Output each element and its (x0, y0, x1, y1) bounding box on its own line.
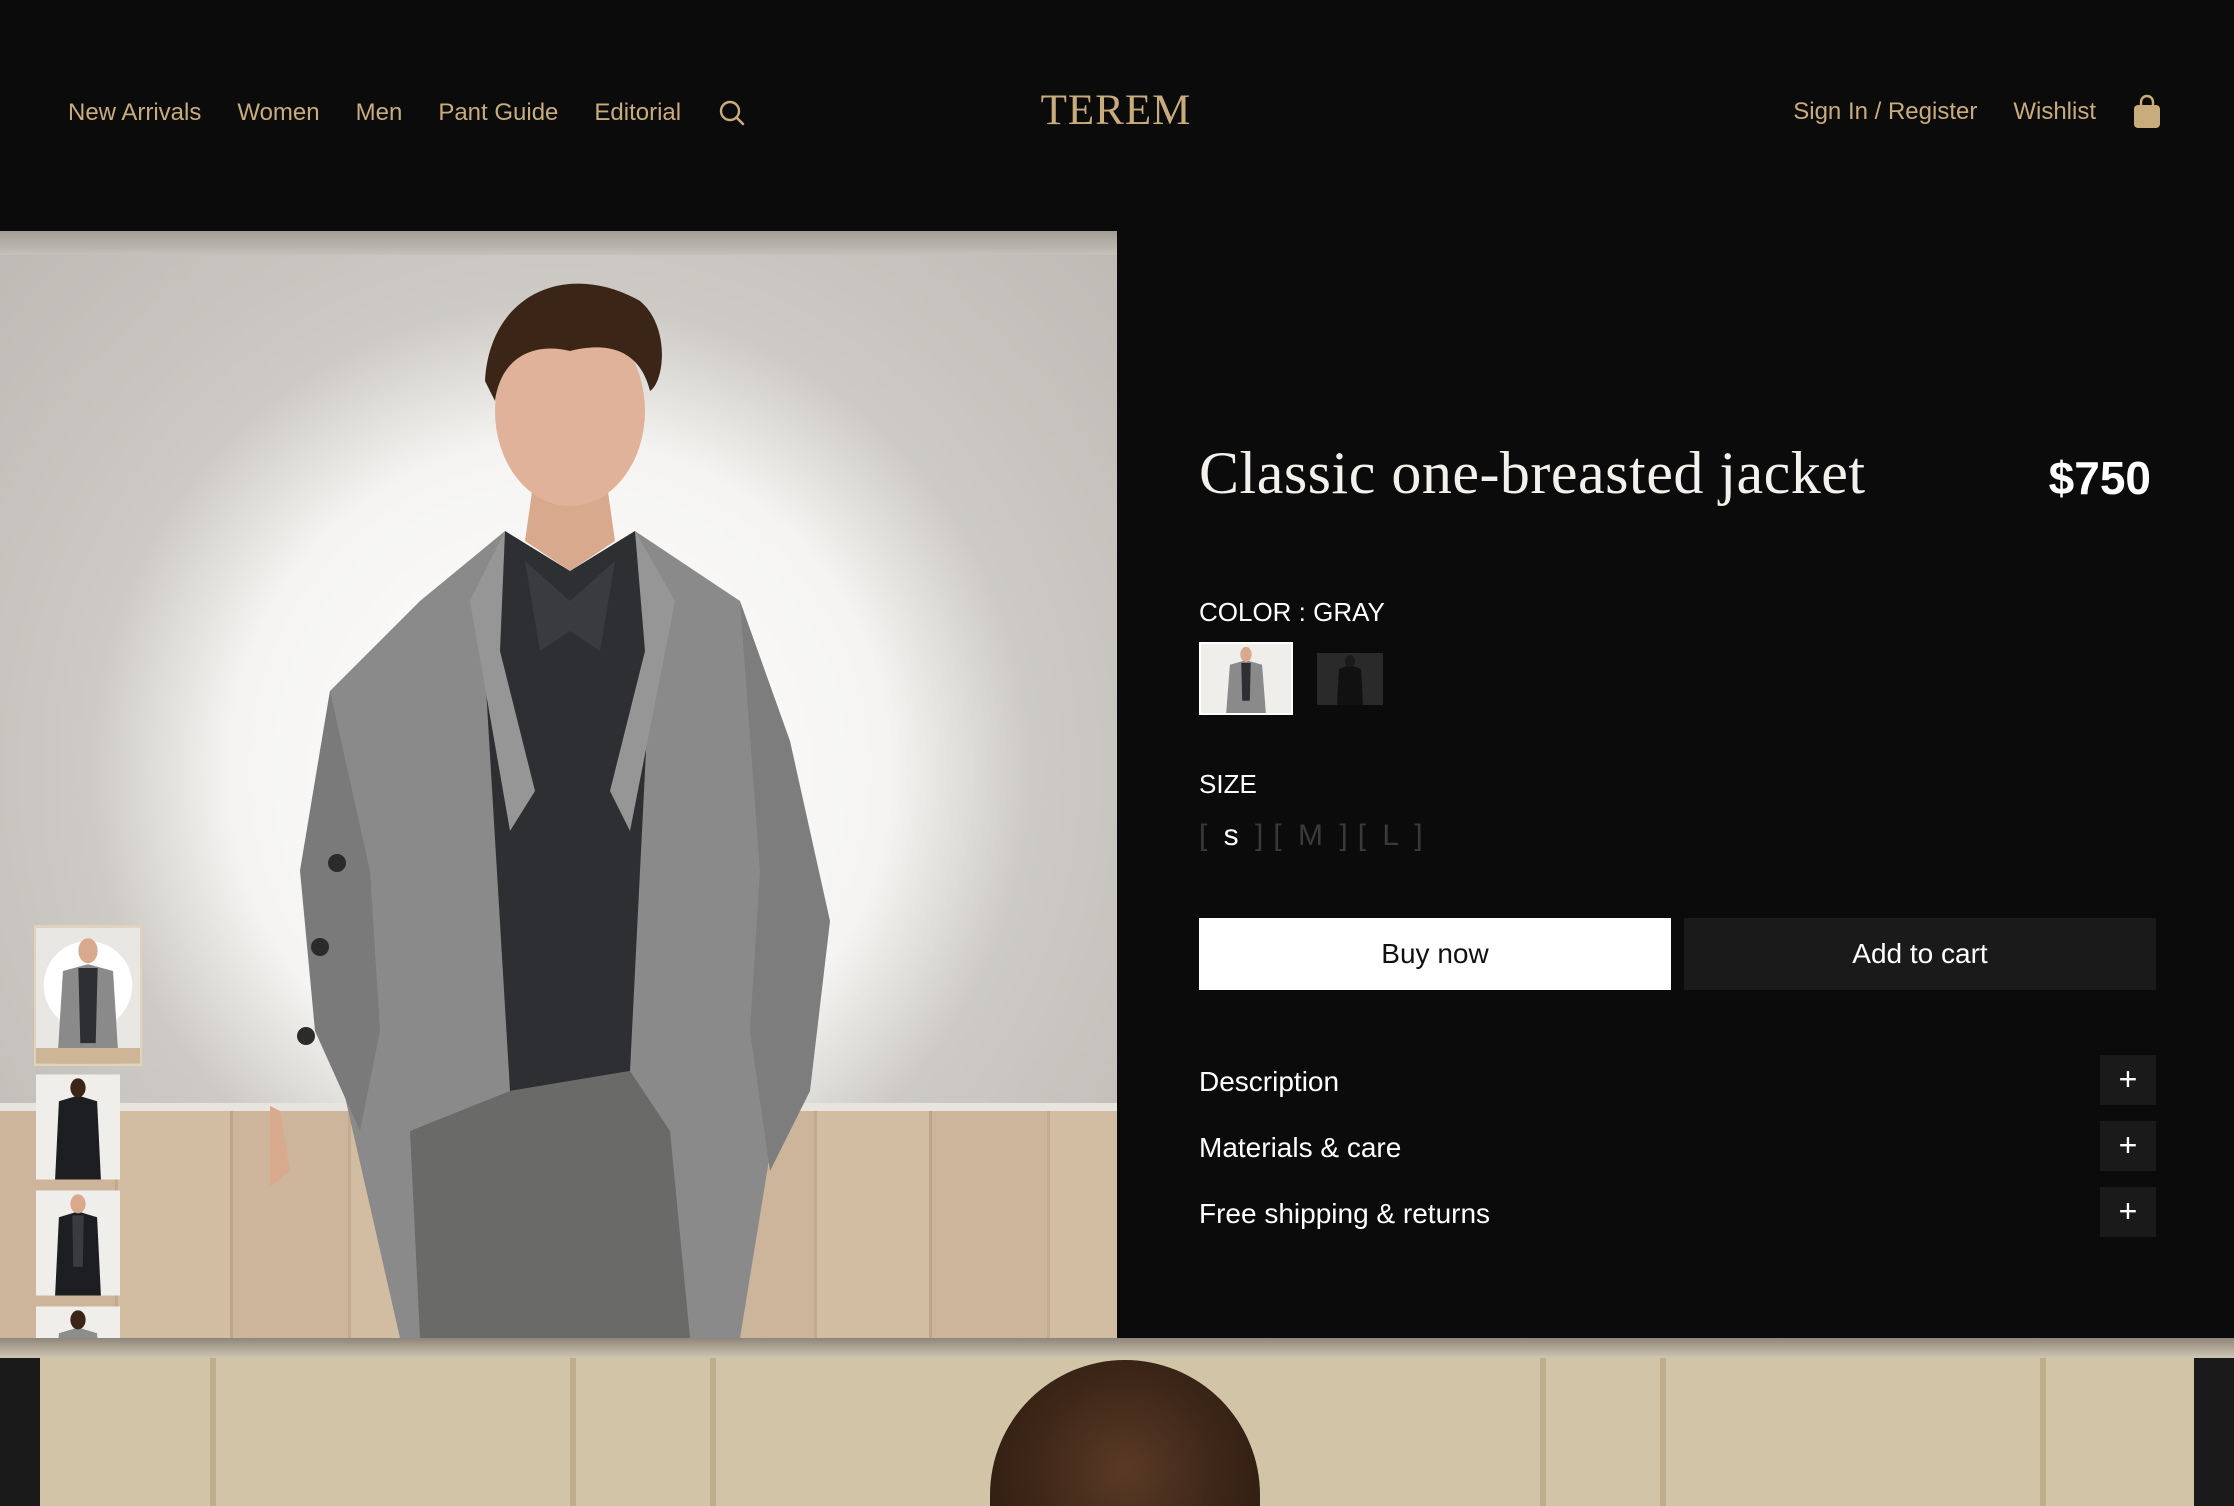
thumbnail-1[interactable] (34, 925, 142, 1066)
wall-panel-line (2040, 1358, 2046, 1506)
model-head (990, 1360, 1260, 1506)
product-price: $750 (2048, 452, 2151, 504)
nav-women[interactable]: Women (237, 99, 319, 127)
size-selector: [ s ] [ M ] [ L ] (1199, 819, 1427, 853)
ceiling-edge (0, 1338, 2234, 1358)
account-nav: Sign In / Register Wishlist (1793, 94, 2162, 130)
wall-panel-line (710, 1358, 716, 1506)
search-icon[interactable] (717, 98, 747, 128)
color-swatch-black[interactable] (1317, 652, 1383, 705)
wall-panel-line (1660, 1358, 1666, 1506)
thumbnail-4[interactable] (34, 1304, 122, 1338)
brand-logo[interactable]: TEREM (1030, 86, 1202, 135)
accordion-shipping-returns[interactable]: Free shipping & returns + (1199, 1182, 2156, 1248)
thumbnail-2[interactable] (34, 1072, 122, 1182)
plus-icon[interactable]: + (2100, 1055, 2156, 1105)
color-label: COLOR : GRAY (1199, 597, 1385, 627)
thumbnail-3[interactable] (34, 1188, 122, 1298)
size-option-l[interactable]: [ L ] (1358, 819, 1427, 853)
wall-panel-line (1540, 1358, 1546, 1506)
nav-new-arrivals[interactable]: New Arrivals (68, 99, 201, 127)
accordion-label: Description (1199, 1066, 1340, 1097)
color-swatch-gray[interactable] (1199, 642, 1293, 715)
studio-light-stand (2194, 1358, 2234, 1506)
accordion-label: Free shipping & returns (1199, 1198, 1491, 1229)
nav-pant-guide[interactable]: Pant Guide (438, 99, 558, 127)
size-option-label: M (1298, 819, 1328, 852)
wishlist-link[interactable]: Wishlist (2013, 98, 2096, 126)
accordion-materials-care[interactable]: Materials & care + (1199, 1116, 2156, 1182)
site-header: New Arrivals Women Men Pant Guide Editor… (0, 0, 2234, 231)
thumbnail-strip (34, 925, 142, 1338)
size-option-label: L (1382, 819, 1402, 852)
nav-men[interactable]: Men (356, 99, 403, 127)
sign-in-register-link[interactable]: Sign In / Register (1793, 98, 1977, 126)
main-nav: New Arrivals Women Men Pant Guide Editor… (68, 98, 747, 128)
plus-icon[interactable]: + (2100, 1187, 2156, 1237)
accordion-description[interactable]: Description + (1199, 1050, 2156, 1116)
wall-top (0, 231, 1117, 255)
wall-panel-line (570, 1358, 576, 1506)
size-label: SIZE (1199, 769, 1257, 799)
size-option-m[interactable]: [ M ] (1273, 819, 1351, 853)
product-main-image[interactable] (0, 231, 1117, 1338)
shopping-bag-icon[interactable] (2132, 94, 2162, 130)
buy-now-button[interactable]: Buy now (1199, 918, 1671, 990)
model-figure (270, 283, 830, 1338)
product-info-accordion: Description + Materials & care + Free sh… (1199, 1050, 2156, 1248)
plus-icon[interactable]: + (2100, 1121, 2156, 1171)
add-to-cart-button[interactable]: Add to cart (1684, 918, 2156, 990)
product-details: Classic one-breasted jacket $750 COLOR :… (1117, 231, 2234, 1338)
color-swatches (1199, 642, 1383, 715)
product-title: Classic one-breasted jacket (1199, 440, 1866, 506)
wall-panel-line (210, 1358, 216, 1506)
studio-light-stand (0, 1358, 40, 1506)
size-option-s[interactable]: [ s ] (1199, 819, 1267, 853)
accordion-label: Materials & care (1199, 1132, 1402, 1163)
nav-editorial[interactable]: Editorial (594, 99, 681, 127)
editorial-image (0, 1338, 2234, 1506)
size-option-label: s (1223, 819, 1243, 852)
